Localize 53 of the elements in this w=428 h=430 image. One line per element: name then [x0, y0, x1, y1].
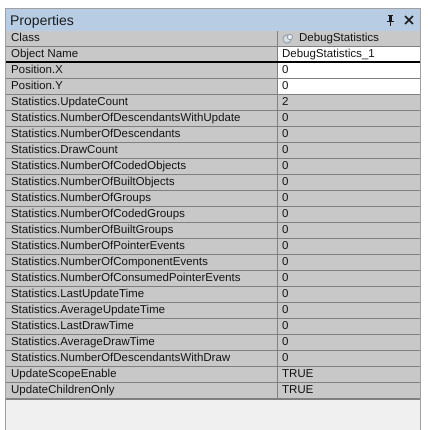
- value-text: 0: [282, 191, 288, 206]
- property-name: Statistics.AverageDrawTime: [6, 335, 278, 350]
- value-text: 0: [282, 175, 288, 190]
- property-name: UpdateScopeEnable: [6, 367, 278, 382]
- property-name: Statistics.UpdateCount: [6, 95, 278, 110]
- property-name: Statistics.NumberOfGroups: [6, 191, 278, 206]
- pin-icon[interactable]: [386, 14, 395, 26]
- value-text: 0: [282, 207, 288, 222]
- property-name: Class: [6, 31, 278, 46]
- class-icon: [282, 32, 294, 44]
- value-text: 0: [282, 143, 288, 158]
- property-value[interactable]: DebugStatistics_1: [278, 47, 420, 61]
- property-name: Statistics.NumberOfComponentEvents: [6, 255, 278, 270]
- value-text: 2: [282, 95, 288, 110]
- value-text: 0: [282, 271, 288, 286]
- value-text: 0: [282, 255, 288, 270]
- property-name: Statistics.LastDrawTime: [6, 319, 278, 334]
- value-text: TRUE: [282, 367, 314, 382]
- property-name: Statistics.AverageUpdateTime: [6, 303, 278, 318]
- value-text: 0: [282, 223, 288, 238]
- property-name: Statistics.NumberOfCodedGroups: [6, 207, 278, 222]
- value-text: 0: [282, 335, 288, 350]
- value-text: 0: [282, 159, 288, 174]
- property-name: Statistics.NumberOfDescendantsWithDraw: [6, 351, 278, 366]
- value-text: 0: [282, 319, 288, 334]
- value-text: DebugStatistics_1: [282, 46, 375, 62]
- property-name: UpdateChildrenOnly: [6, 383, 278, 398]
- value-text: 0: [282, 287, 288, 302]
- property-name: Statistics.NumberOfBuiltObjects: [6, 175, 278, 190]
- value-text: 0: [282, 351, 288, 366]
- property-name: Object Name: [6, 47, 278, 61]
- property-name: Statistics.NumberOfCodedObjects: [6, 159, 278, 174]
- value-text: 0: [282, 63, 288, 78]
- value-text: 0: [282, 239, 288, 254]
- value-text: TRUE: [282, 383, 314, 398]
- property-value[interactable]: 0: [278, 63, 420, 78]
- property-name: Statistics.NumberOfConsumedPointerEvents: [6, 271, 278, 286]
- value-text: 0: [282, 127, 288, 142]
- property-name: Statistics.NumberOfPointerEvents: [6, 239, 278, 254]
- property-name: Statistics.NumberOfBuiltGroups: [6, 223, 278, 238]
- property-name: Position.X: [6, 63, 278, 78]
- property-name: Statistics.LastUpdateTime: [6, 287, 278, 302]
- property-name: Position.Y: [6, 79, 278, 94]
- property-value[interactable]: 0: [278, 79, 420, 94]
- panel-title: Properties: [10, 12, 75, 28]
- property-name: Statistics.NumberOfDescendantsWithUpdate: [6, 111, 278, 126]
- close-icon[interactable]: [404, 15, 414, 25]
- value-text: 0: [282, 111, 288, 126]
- value-text: 0: [282, 303, 288, 318]
- property-name: Statistics.NumberOfDescendants: [6, 127, 278, 142]
- value-text: 0: [282, 79, 288, 94]
- value-text: DebugStatistics: [299, 31, 379, 46]
- property-name: Statistics.DrawCount: [6, 143, 278, 158]
